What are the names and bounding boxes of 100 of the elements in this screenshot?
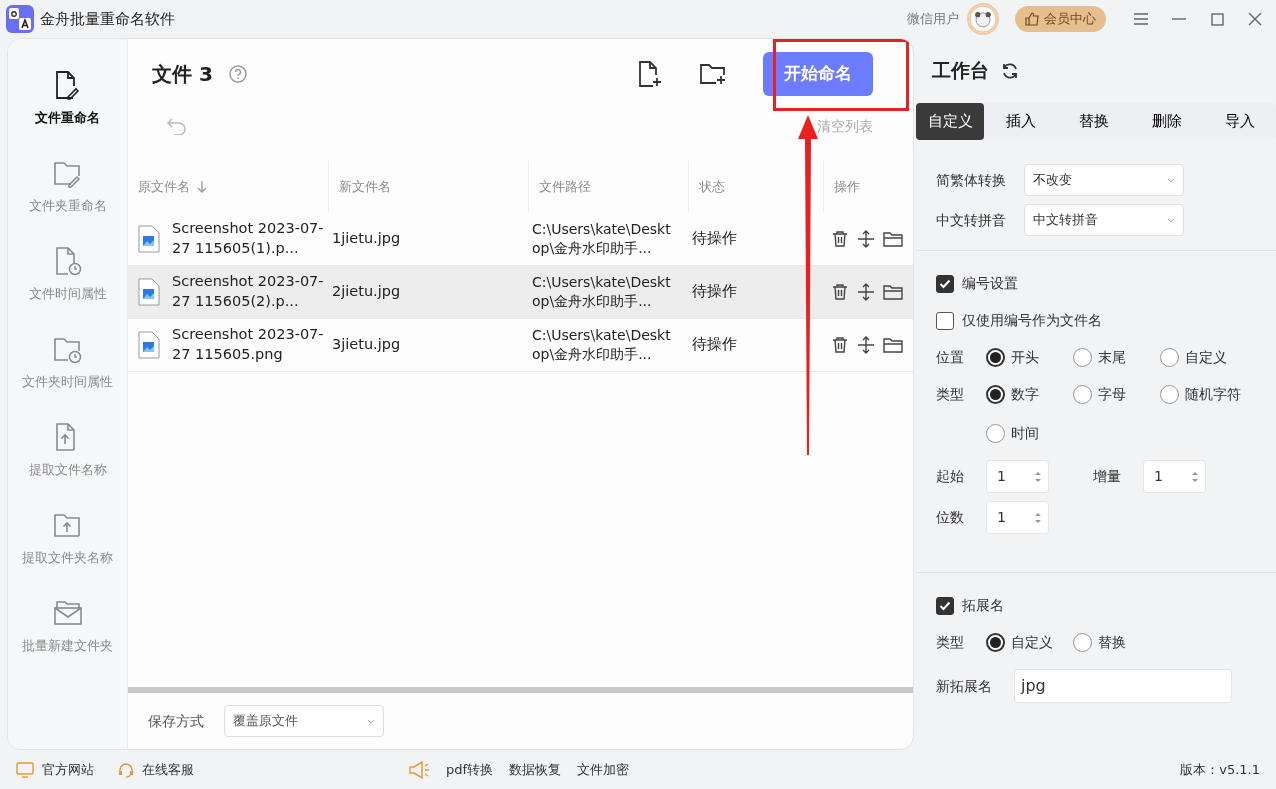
file-name-cell-text: Screenshot 2023-07-27 115605(2).p... [172,272,325,311]
radio-button[interactable] [1073,633,1092,652]
field-label: 起始 [936,467,965,486]
extension-field[interactable]: jpg [1014,669,1232,703]
file-name-cell-text: 2jietu.jpg [331,282,402,302]
delete-icon[interactable] [831,230,849,248]
folder-icon[interactable] [883,283,903,301]
spinner-arrows-icon[interactable] [1034,469,1042,484]
thumbs-up-icon [1025,12,1040,26]
delete-icon[interactable] [831,283,849,301]
file-path-cell-text: C:\Users\kate\Desktop\金舟水印助手... [531,220,672,258]
tab[interactable]: 导入 [1203,103,1276,140]
headset-icon [118,761,134,778]
column-header[interactable]: 原文件名 [128,161,328,213]
radio-label: 数字 [1011,385,1039,404]
dropdown[interactable]: 中文转拼音 [1024,204,1184,236]
footer-link[interactable]: 官方网站 [42,759,94,780]
megaphone-icon [408,760,430,779]
sidebar-item[interactable]: 文件重命名 [8,69,127,157]
field-label: 新拓展名 [936,676,993,696]
radio-label: 自定义 [1185,348,1227,367]
number-field[interactable]: 1 [986,501,1049,534]
file-name-cell-text: Screenshot 2023-07-27 115605(1).p... [172,219,325,258]
radio-button[interactable] [1160,385,1179,404]
file-name-cell-text: 3jietu.jpg [331,335,402,355]
column-header: 文件路径 [528,161,688,213]
status-cell-text: 待操作 [691,229,738,249]
checkbox[interactable] [936,311,954,330]
number-field[interactable]: 1 [986,460,1049,493]
spinner-arrows-icon[interactable] [1034,510,1042,525]
tab[interactable]: 删除 [1130,103,1203,140]
tab[interactable]: 插入 [984,103,1057,140]
add-folder-icon[interactable] [699,62,727,86]
start-rename-button[interactable]: 开始命名 [763,52,873,96]
field-label: 类型 [936,633,965,652]
avatar-icon[interactable] [967,3,999,35]
radio-label: 字母 [1098,385,1126,404]
move-icon[interactable] [857,283,875,301]
field-label: 中文转拼音 [936,210,1007,230]
file-count-title: 文件 3 [152,61,213,88]
checkbox-label: 仅使用编号作为文件名 [962,311,1102,330]
add-file-icon[interactable] [637,60,663,88]
radio-button[interactable] [1160,348,1179,367]
radio-label: 时间 [1011,424,1039,443]
spinner-arrows-icon[interactable] [1191,469,1199,484]
sort-arrow-icon[interactable] [196,180,208,194]
radio-label: 末尾 [1098,348,1126,367]
checkbox[interactable] [936,274,954,293]
column-header: 操作 [823,161,913,213]
tab[interactable]: 替换 [1057,103,1130,140]
save-mode-label: 保存方式 [148,711,204,731]
status-cell-text: 待操作 [691,282,738,302]
footer-link[interactable]: 数据恢复 [509,759,562,780]
footer-link[interactable]: 在线客服 [142,759,194,780]
window-title: 金舟批量重命名软件 [40,8,175,30]
radio-label: 随机字符 [1185,385,1241,404]
column-header: 新文件名 [328,161,528,213]
file-name-cell-text: 1jietu.jpg [331,229,402,249]
tab[interactable]: 自定义 [916,103,984,140]
app-logo-icon [6,5,34,33]
caret-icon [1167,177,1175,183]
field-label: 类型 [936,385,965,404]
footer-link[interactable]: 文件加密 [577,759,630,780]
user-name: 微信用户 [907,10,959,29]
number-field[interactable]: 1 [1143,460,1206,493]
vip-center-button[interactable]: 会员中心 [1015,6,1106,32]
footer-link[interactable]: pdf转换 [446,759,494,780]
radio-button[interactable] [986,633,1005,652]
field-label: 位数 [936,508,965,527]
caret-icon [1167,217,1175,223]
radio-label: 开头 [1011,348,1039,367]
field-label: 简繁体转换 [936,170,1007,190]
checkbox[interactable] [936,596,954,615]
delete-icon[interactable] [831,336,849,354]
image-file-icon [138,225,160,253]
radio-label: 自定义 [1011,633,1053,652]
move-icon[interactable] [857,336,875,354]
radio-button[interactable] [1073,385,1092,404]
image-file-icon [138,278,160,306]
file-name-cell-text: Screenshot 2023-07-27 115605.png [172,325,325,364]
radio-button[interactable] [1073,348,1092,367]
checkbox-label: 编号设置 [962,274,1018,293]
radio-button[interactable] [986,424,1005,443]
refresh-icon[interactable] [1001,61,1019,80]
field-label: 增量 [1093,467,1122,486]
radio-button[interactable] [986,348,1005,367]
radio-label: 替换 [1098,633,1126,652]
image-file-icon [138,331,160,359]
dropdown[interactable]: 不改变 [1024,164,1184,196]
folder-mail-icon [52,598,83,628]
move-icon[interactable] [857,230,875,248]
save-mode-select[interactable]: 覆盖原文件 [224,705,384,737]
folder-icon[interactable] [883,336,903,354]
field-label: 位置 [936,348,965,367]
radio-button[interactable] [986,385,1005,404]
help-icon[interactable] [228,65,247,83]
folder-icon[interactable] [883,230,903,248]
file-path-cell-text: C:\Users\kate\Desktop\金舟水印助手... [531,273,672,311]
workbench-title: 工作台 [932,58,989,84]
file-path-cell-text: C:\Users\kate\Desktop\金舟水印助手... [531,326,672,364]
